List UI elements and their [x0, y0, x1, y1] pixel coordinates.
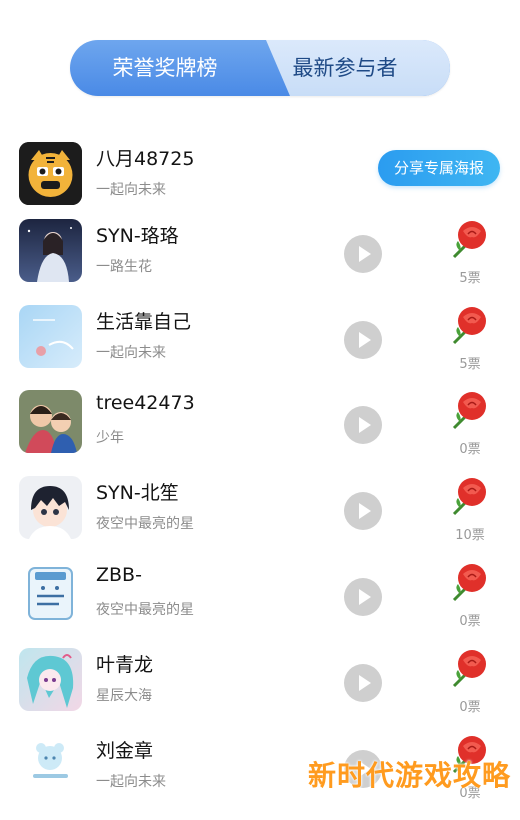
avatar[interactable] [19, 476, 82, 539]
tab-bar: 荣誉奖牌榜 最新参与者 [70, 40, 450, 96]
avatar-image [19, 219, 82, 282]
participant-name: tree42473 [96, 392, 195, 414]
vote-count: 0票 [459, 614, 481, 629]
avatar[interactable] [19, 305, 82, 368]
participant-row[interactable]: SYN-北笙 夜空中最亮的星 10票 [0, 476, 520, 562]
participant-row[interactable]: ZBB- 夜空中最亮的星 0票 [0, 562, 520, 648]
participant-name: 生活靠自己 [96, 311, 192, 333]
rose-icon[interactable] [446, 217, 492, 263]
rose-icon[interactable] [446, 646, 492, 692]
avatar-image [19, 390, 82, 453]
avatar[interactable] [19, 648, 82, 711]
play-button[interactable] [344, 578, 382, 616]
avatar[interactable] [19, 142, 82, 205]
participant-name: 刘金章 [96, 740, 154, 762]
rose-icon[interactable] [446, 560, 492, 606]
participant-name: 叶青龙 [96, 654, 154, 676]
watermark-text: 新时代游戏攻略 [308, 759, 512, 792]
play-button[interactable] [344, 235, 382, 273]
participant-name: SYN-北笙 [96, 482, 179, 504]
play-button[interactable] [344, 321, 382, 359]
avatar[interactable] [19, 390, 82, 453]
rose-icon[interactable] [446, 388, 492, 434]
user-signature: 一起向未来 [96, 182, 166, 198]
share-poster-button[interactable]: 分享专属海报 [378, 150, 500, 186]
avatar[interactable] [19, 562, 82, 625]
avatar-image [19, 734, 82, 797]
rose-icon[interactable] [446, 474, 492, 520]
participant-signature: 夜空中最亮的星 [96, 602, 194, 618]
participant-name: ZBB- [96, 564, 142, 586]
tiger-icon [19, 142, 82, 205]
tab-latest-participants[interactable]: 最新参与者 [260, 40, 430, 96]
vote-count: 5票 [459, 357, 481, 372]
participant-signature: 少年 [96, 430, 124, 446]
self-row: 八月48725 一起向未来 分享专属海报 [0, 142, 520, 228]
avatar[interactable] [19, 734, 82, 797]
participant-row[interactable]: SYN-珞珞 一路生花 5票 [0, 219, 520, 305]
vote-count: 0票 [459, 700, 481, 715]
vote-count: 10票 [455, 528, 485, 543]
play-button[interactable] [344, 664, 382, 702]
participant-signature: 夜空中最亮的星 [96, 516, 194, 532]
avatar-image [19, 305, 82, 368]
avatar-image [19, 562, 82, 625]
rose-icon[interactable] [446, 303, 492, 349]
vote-count: 0票 [459, 442, 481, 457]
participant-signature: 一起向未来 [96, 345, 166, 361]
play-button[interactable] [344, 492, 382, 530]
play-button[interactable] [344, 406, 382, 444]
participant-name: SYN-珞珞 [96, 225, 179, 247]
avatar-image [19, 476, 82, 539]
participant-row[interactable]: 叶青龙 星辰大海 0票 [0, 648, 520, 734]
participant-signature: 星辰大海 [96, 688, 152, 704]
avatar-image [19, 648, 82, 711]
participant-row[interactable]: tree42473 少年 0票 [0, 390, 520, 476]
tab-honor-ranking[interactable]: 荣誉奖牌榜 [70, 40, 260, 96]
participant-row[interactable]: 生活靠自己 一起向未来 5票 [0, 305, 520, 391]
vote-count: 5票 [459, 271, 481, 286]
participant-signature: 一路生花 [96, 259, 152, 275]
participant-signature: 一起向未来 [96, 774, 166, 790]
avatar[interactable] [19, 219, 82, 282]
user-name: 八月48725 [96, 148, 195, 170]
